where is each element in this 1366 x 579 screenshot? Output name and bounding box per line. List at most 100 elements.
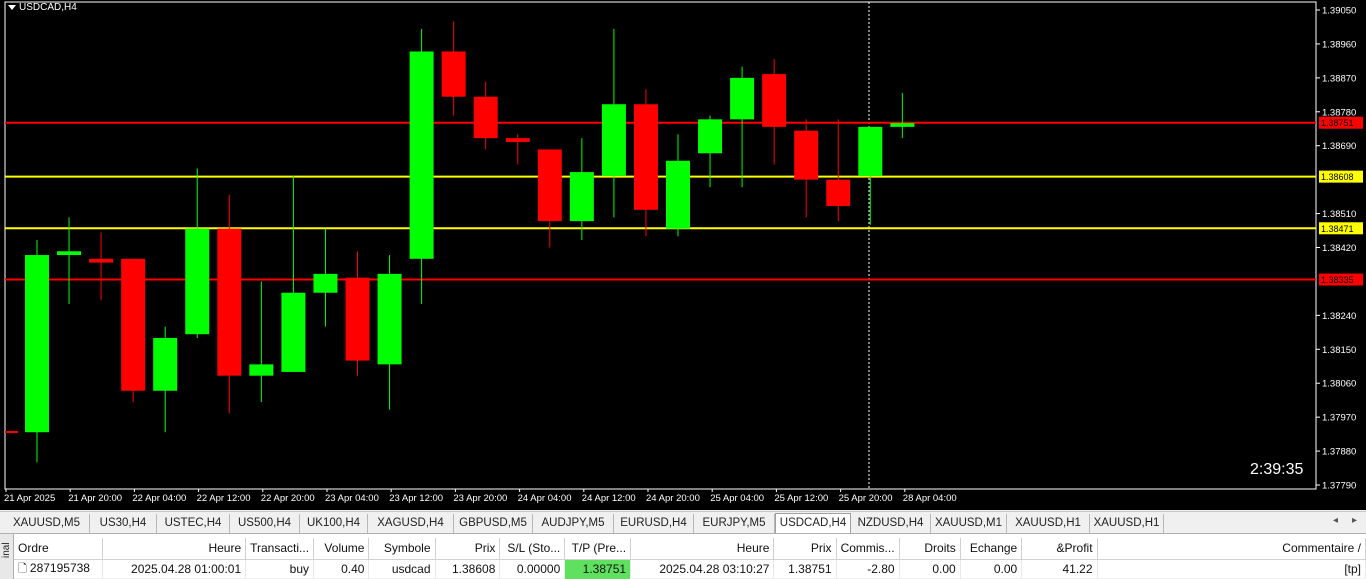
table-cell: 0.00 [960,559,1023,579]
price-axis-label: 1.38960 [1322,39,1356,50]
tab-chart-xauusd-m5[interactable]: XAUUSD,M5 [4,514,90,533]
price-level-label: 1.38608 [1321,172,1354,182]
column-header[interactable]: S/L (Sto... [499,538,566,560]
column-header[interactable]: Echange [960,538,1023,560]
column-header[interactable]: Heure [102,538,247,560]
time-axis-label: 23 Apr 12:00 [389,493,443,504]
bear-candle [89,258,114,263]
table-cell: -2.80 [836,559,900,579]
chart-symbol-title[interactable]: USDCAD,H4 [8,2,77,13]
tab-chart-xauusd-m1[interactable]: XAUUSD,M1 [931,514,1007,533]
bull-candle [569,172,594,222]
bull-candle [249,364,274,376]
bull-candle [730,77,755,120]
tab-chart-us500-h4[interactable]: US500,H4 [230,514,300,533]
column-header[interactable]: T/P (Pre... [564,538,632,560]
tab-chart-eurusd-h4[interactable]: EURUSD,H4 [614,514,694,533]
price-axis-label: 1.38780 [1322,107,1356,118]
time-axis-label: 25 Apr 20:00 [839,493,893,504]
tab-chart-eurjpy-m5[interactable]: EURJPY,M5 [694,514,775,533]
chart-title-text: USDCAD,H4 [19,2,77,13]
tab-chart-xauusd-h1[interactable]: XAUUSD,H1 [1007,514,1090,533]
tab-chart-usdcad-h4[interactable]: USDCAD,H4 [775,513,851,534]
column-header[interactable]: Symbole [368,538,436,560]
bear-candle [121,258,146,391]
chart-tabs-bar: XAUUSD,M5 US30,H4 USTEC,H4 US500,H4 UK100,H4… [0,511,1366,534]
dropdown-triangle-icon[interactable] [8,4,16,10]
time-axis-label: 22 Apr 20:00 [261,493,315,504]
price-axis-label: 1.38510 [1322,209,1356,220]
table-header-row: Ordre Heure Transacti... Volume Symbole Prix S… [14,538,1366,560]
column-header[interactable]: Commis... [836,538,900,560]
column-header[interactable]: Prix [773,538,837,560]
time-axis-label: 24 Apr 12:00 [582,493,636,504]
bear-candle [217,228,242,376]
terminal-side-tab[interactable]: inal [0,534,14,579]
bear-candle [794,130,819,180]
tab-chart-nzdusd-h4[interactable]: NZDUSD,H4 [851,514,931,533]
tab-chart-audjpy-m5[interactable]: AUDJPY,M5 [533,514,614,533]
tab-chart-xagusd-h4[interactable]: XAGUSD,H4 [368,514,454,533]
price-axis-label: 1.38420 [1322,243,1356,254]
order-document-icon: 🗋 [18,562,30,575]
column-header[interactable]: Volume [313,538,370,560]
price-chart[interactable]: 1.39050 1.38960 1.38870 1.38780 1.38690 1.385… [0,0,1366,510]
bull-candle [698,119,723,154]
table-cell: 0.00 [899,559,961,579]
price-level-label: 1.38471 [1321,224,1354,234]
table-cell: buy [245,559,315,579]
time-axis-label: 24 Apr 20:00 [646,493,700,504]
tab-chart-ustec-h4[interactable]: USTEC,H4 [157,514,230,533]
tabs-scroll-right-icon[interactable]: ▸ [1352,515,1357,526]
time-axis-label: 22 Apr 04:00 [132,493,186,504]
bear-candle [537,149,562,222]
bull-candle [377,273,402,365]
price-axis-label: 1.39050 [1322,6,1356,17]
table-cell: 2025.04.28 01:00:01 [102,559,247,579]
tab-chart-gbpusd-m5[interactable]: GBPUSD,M5 [454,514,533,533]
bear-candle [473,96,498,139]
column-header[interactable]: Prix [435,538,501,560]
bear-candle [826,179,851,207]
column-header[interactable]: &Profit [1021,538,1098,560]
chart-canvas[interactable]: 1.39050 1.38960 1.38870 1.38780 1.38690 1.385… [0,0,1366,510]
table-row[interactable]: 🗋 287195738 2025.04.28 01:00:01 buy 0.40 usd… [14,559,1366,579]
time-axis-label: 21 Apr 2025 [4,493,55,504]
price-axis-label: 1.38690 [1322,141,1356,152]
time-axis-label: 21 Apr 20:00 [68,493,122,504]
table-cell: 41.22 [1021,559,1098,579]
table-cell: 0.00000 [499,559,566,579]
bear-candle [633,104,658,210]
tab-chart-xauusd-h1[interactable]: XAUUSD,H1 [1090,514,1164,533]
price-axis-label: 1.37790 [1322,481,1356,492]
column-header[interactable]: Heure [630,538,775,560]
bull-candle [281,292,306,372]
table-cell: 1.38751 [773,559,837,579]
table-cell: 0.40 [313,559,370,579]
column-header[interactable]: Ordre [14,538,103,560]
time-axis-label: 25 Apr 12:00 [774,493,828,504]
price-axis-label: 1.38150 [1322,345,1356,356]
order-id: 287195738 [29,560,90,575]
terminal-panel: inal Ordre Heure Transacti... Volume Symbole… [0,533,1366,579]
column-header[interactable]: Transacti... [245,538,315,560]
bull-candle [185,228,210,335]
bull-candle [25,255,49,433]
bull-candle [858,126,883,176]
tab-chart-us30-h4[interactable]: US30,H4 [90,514,157,533]
table-cell: 🗋 287195738 [14,559,103,579]
bear-candle [441,51,466,97]
time-axis-label: 28 Apr 04:00 [903,493,957,504]
column-header[interactable]: Commentaire / [1097,538,1366,560]
column-header[interactable]: Droits [899,538,961,560]
bear-candle [345,277,370,361]
bull-candle [890,123,915,127]
tab-chart-uk100-h4[interactable]: UK100,H4 [300,514,368,533]
table-cell: 1.38751 [564,559,632,579]
price-axis-label: 1.38870 [1322,73,1356,84]
tabs-scroll-left-icon[interactable]: ◂ [1333,515,1338,526]
table-cell: 1.38608 [435,559,501,579]
bull-candle [153,337,178,391]
time-axis-label: 23 Apr 04:00 [325,493,379,504]
price-level-label: 1.38335 [1321,275,1354,285]
